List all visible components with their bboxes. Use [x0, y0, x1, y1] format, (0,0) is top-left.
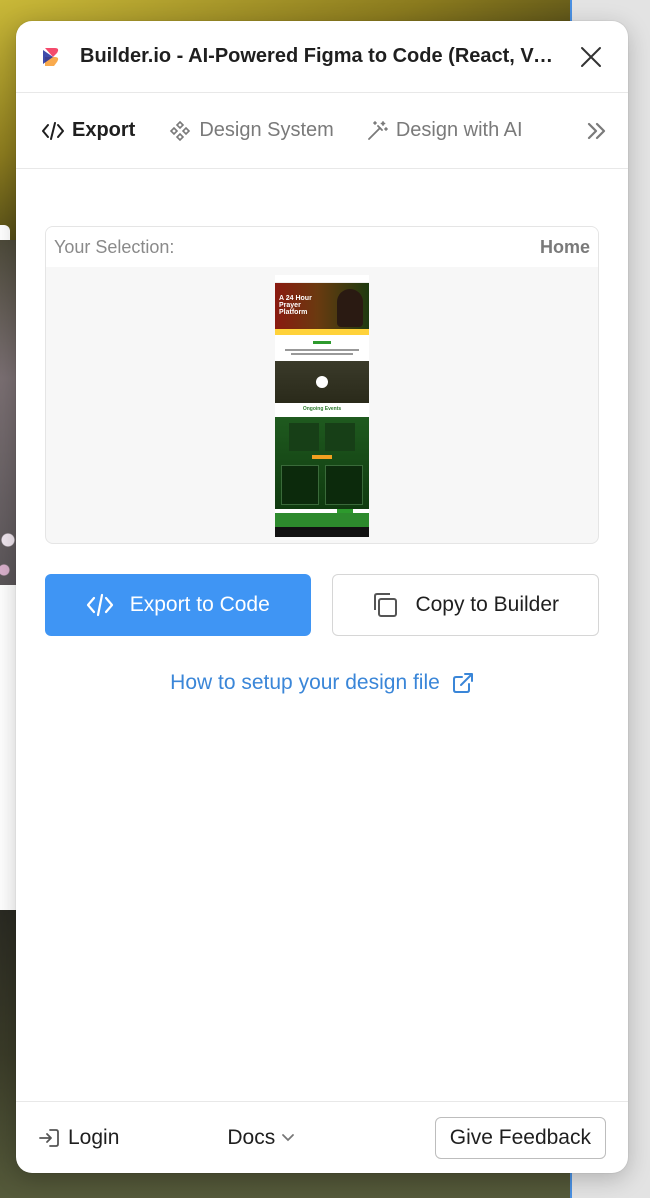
export-to-code-label: Export to Code	[129, 593, 270, 616]
preview-footer-green	[275, 513, 369, 527]
copy-to-builder-label: Copy to Builder	[415, 593, 560, 616]
tab-design-system-label: Design System	[199, 119, 334, 141]
chevron-down-icon	[281, 1133, 295, 1143]
frame-preview-thumbnail: A 24 Hour Prayer Platform Ongoing Events	[275, 275, 369, 537]
tab-design-with-ai-label: Design with AI	[395, 119, 523, 141]
export-to-code-button[interactable]: Export to Code	[45, 574, 311, 636]
close-icon	[581, 46, 601, 67]
preview-hero: A 24 Hour Prayer Platform	[275, 283, 369, 329]
preview-hero-text: A 24 Hour Prayer Platform	[279, 295, 312, 316]
tab-bar: Export Design System Design with AI	[16, 93, 628, 169]
preview-events-heading-bar: Ongoing Events	[275, 403, 369, 417]
tab-design-with-ai[interactable]: Design with AI	[366, 119, 523, 142]
copy-icon	[371, 591, 399, 619]
preview-events	[275, 417, 369, 509]
login-label: Login	[68, 1125, 120, 1149]
preview-about-section	[275, 335, 369, 361]
preview-navbar	[275, 275, 369, 283]
selection-header: Your Selection: Home	[46, 227, 598, 267]
tab-design-system[interactable]: Design System	[169, 119, 334, 142]
chevrons-right-icon	[587, 122, 606, 139]
docs-label: Docs	[227, 1125, 276, 1149]
code-icon	[86, 593, 114, 617]
external-link-icon	[452, 672, 474, 694]
tabs-more-button[interactable]	[586, 121, 608, 141]
code-icon	[42, 121, 64, 140]
selection-card: Your Selection: Home A 24 Hour Prayer Pl…	[45, 226, 599, 544]
preview-footer-dark	[275, 527, 369, 537]
copy-to-builder-button[interactable]: Copy to Builder	[331, 574, 599, 636]
selection-frame-name: Home	[539, 236, 590, 257]
tab-export[interactable]: Export	[42, 119, 135, 142]
plugin-titlebar: Builder.io - AI-Powered Figma to Code (R…	[16, 21, 628, 93]
magic-wand-icon	[366, 120, 388, 142]
preview-events-heading: Ongoing Events	[302, 406, 342, 412]
builder-logo-icon	[43, 47, 59, 66]
close-button[interactable]	[576, 42, 606, 72]
login-icon	[38, 1127, 60, 1149]
give-feedback-button[interactable]: Give Feedback	[434, 1116, 606, 1159]
login-button[interactable]: Login	[38, 1126, 119, 1150]
preview-hero-photo	[337, 289, 363, 327]
components-icon	[169, 120, 191, 142]
setup-design-file-link[interactable]: How to setup your design file	[16, 671, 628, 695]
docs-dropdown[interactable]: Docs	[227, 1126, 295, 1150]
plugin-title: Builder.io - AI-Powered Figma to Code (R…	[80, 45, 558, 67]
action-buttons: Export to Code Copy to Builder	[45, 574, 599, 636]
preview-video	[275, 361, 369, 403]
plugin-panel: Builder.io - AI-Powered Figma to Code (R…	[16, 21, 628, 1173]
plugin-footer: Login Docs Give Feedback	[16, 1101, 628, 1173]
selection-label: Your Selection:	[54, 236, 175, 257]
preview-play-icon	[316, 376, 328, 388]
tab-export-label: Export	[72, 119, 136, 141]
setup-design-file-label: How to setup your design file	[170, 671, 440, 694]
